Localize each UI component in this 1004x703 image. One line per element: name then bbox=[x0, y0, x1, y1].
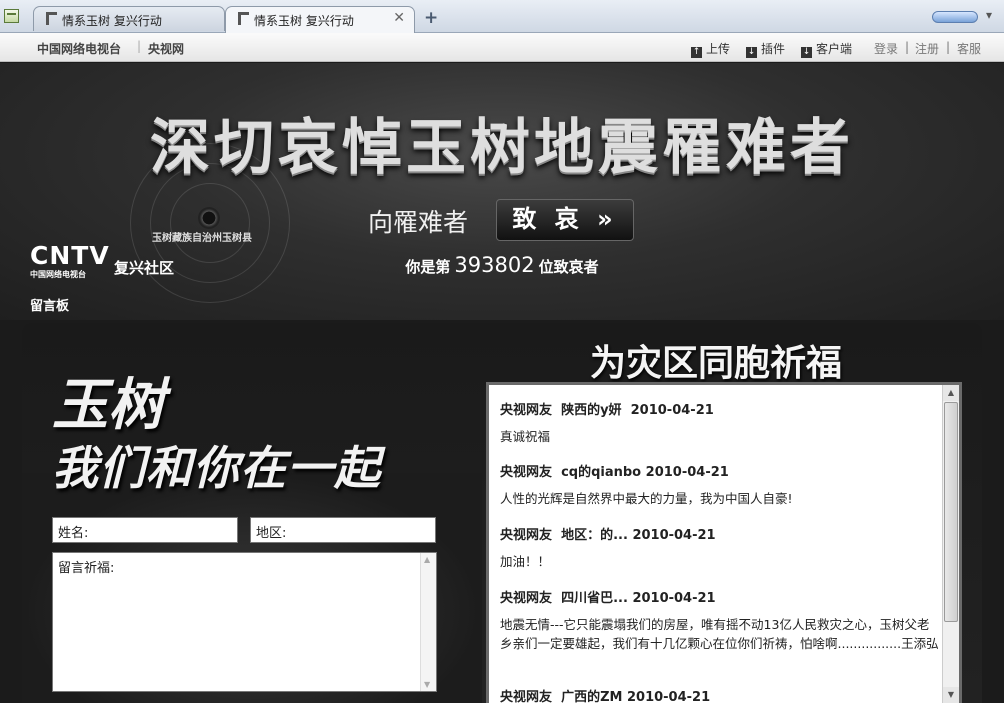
plugin-link[interactable]: ↓ 插件 bbox=[746, 40, 785, 58]
list-item: 央视网友 cq的qianbo 2010-04-21 人性的光辉是自然界中最大的力… bbox=[500, 465, 793, 506]
close-icon[interactable]: ✕ bbox=[393, 10, 405, 26]
service-link[interactable]: 客服 bbox=[957, 40, 981, 57]
nav-link-cctv[interactable]: 央视网 bbox=[148, 40, 184, 57]
download-icon: ↓ bbox=[801, 47, 812, 58]
upload-icon: ↑ bbox=[691, 47, 702, 58]
mourn-button[interactable]: 致 哀 » bbox=[496, 199, 634, 241]
client-link[interactable]: ↓ 客户端 bbox=[801, 40, 852, 58]
site-top-nav: 中国网络电视台 | 央视网 ↑ 上传 ↓ 插件 ↓ 客户端 登录 | 注册 | 客服 bbox=[0, 33, 1004, 62]
page-title: 深切哀悼玉树地震罹难者 bbox=[150, 113, 854, 183]
list-item: 央视网友 广西的ZM 2010-04-21 bbox=[500, 690, 711, 703]
list-item: 央视网友 四川省巴... 2010-04-21 地震无情---它只能震塌我们的房… bbox=[500, 591, 939, 651]
epicenter-marker bbox=[198, 207, 220, 229]
login-link[interactable]: 登录 bbox=[874, 40, 898, 57]
counter-value: 393802 bbox=[454, 253, 535, 277]
slogan-line1: 玉树 bbox=[52, 372, 164, 438]
scroll-down-icon[interactable]: ▼ bbox=[943, 687, 959, 703]
register-link[interactable]: 注册 bbox=[915, 40, 939, 57]
textarea-scrollbar[interactable] bbox=[420, 553, 436, 691]
nav-divider: | bbox=[905, 40, 910, 54]
community-label[interactable]: 复兴社区 bbox=[114, 257, 174, 278]
plus-icon[interactable]: + bbox=[424, 8, 438, 28]
browser-tab-active[interactable]: 情系玉树 复兴行动 ✕ bbox=[225, 6, 415, 33]
scroll-thumb[interactable] bbox=[944, 402, 958, 622]
list-item: 央视网友 陕西的y妍 2010-04-21 真诚祝福 bbox=[500, 403, 714, 444]
browser-tab[interactable]: 情系玉树 复兴行动 bbox=[33, 6, 225, 31]
county-label: 玉树藏族自治州玉树县 bbox=[152, 233, 252, 244]
list-scrollbar[interactable]: ▲ ▼ bbox=[942, 385, 959, 703]
region-field[interactable]: 地区: bbox=[250, 517, 436, 543]
nav-divider: | bbox=[137, 39, 142, 53]
browser-tab-bar: 情系玉树 复兴行动 情系玉树 复兴行动 ✕ + ▾ bbox=[0, 0, 1004, 33]
nav-link-cntv[interactable]: 中国网络电视台 bbox=[37, 40, 121, 57]
name-field[interactable]: 姓名: bbox=[52, 517, 238, 543]
message-list[interactable]: 央视网友 陕西的y妍 2010-04-21 真诚祝福 央视网友 cq的qianb… bbox=[486, 382, 962, 703]
cntv-logo[interactable]: CNTV 中国网络电视台 bbox=[30, 243, 110, 280]
memorial-banner: 玉树藏族自治州玉树县 深切哀悼玉树地震罹难者 向罹难者 致 哀 » 你是第 393… bbox=[0, 63, 1004, 320]
tab-label: 情系玉树 复兴行动 bbox=[254, 14, 354, 28]
chevron-down-icon[interactable]: ▾ bbox=[986, 8, 992, 22]
download-icon: ↓ bbox=[746, 47, 757, 58]
page-icon bbox=[238, 12, 249, 25]
nav-divider: | bbox=[946, 40, 951, 54]
page-icon bbox=[46, 12, 57, 25]
scroll-up-icon[interactable]: ▲ bbox=[943, 385, 959, 401]
message-placeholder: 留言祈福: bbox=[58, 561, 115, 576]
tab-label: 情系玉树 复兴行动 bbox=[62, 14, 162, 28]
messages-title: 为灾区同胞祈福 bbox=[589, 343, 842, 384]
message-board-label: 留言板 bbox=[30, 299, 70, 314]
message-textarea[interactable]: 留言祈福: bbox=[52, 552, 437, 692]
upload-link[interactable]: ↑ 上传 bbox=[691, 40, 730, 58]
slogan-line2: 我们和你在一起 bbox=[52, 441, 381, 495]
mourn-prompt: 向罹难者 bbox=[368, 208, 469, 237]
window-toggle[interactable] bbox=[932, 11, 978, 23]
browser-menu-icon[interactable] bbox=[4, 9, 19, 23]
list-item: 央视网友 地区：的... 2010-04-21 加油！！ bbox=[500, 528, 716, 569]
